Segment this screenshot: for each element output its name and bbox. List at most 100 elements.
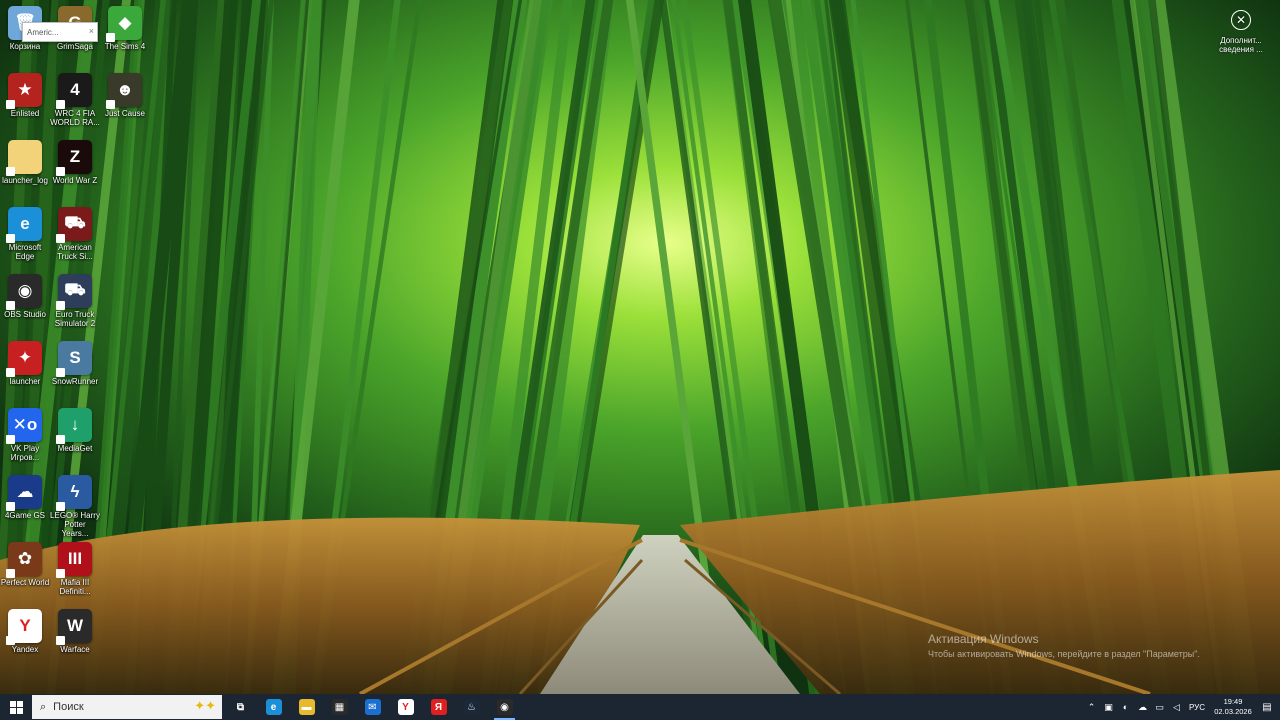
desktop-icon-11[interactable]: ⛟ Euro Truck Simulator 2 [50,270,100,334]
taskbar: ⌕ Поиск ✦✦ ⧉ e ▬ ▦ ✉ Y Я ♨ ◉ ⌃ ▣ ◐ ☁ ▭ ◁ РУС 19:… [0,694,1280,720]
taskbar-microsoft-store[interactable]: ▦ [323,694,356,720]
monitor-icon[interactable]: ▭ [1151,702,1168,713]
app-tray-icon[interactable]: ▣ [1100,702,1117,713]
shortcut-arrow-icon [6,368,15,377]
edge-icon: e [6,207,42,243]
desktop-icon-16[interactable]: ☁ 4Game GS [0,471,50,535]
shortcut-arrow-icon [56,569,65,578]
wrc4-icon: 4 [56,73,92,109]
desktop-icon-label: World War Z [52,176,98,185]
sims-plumbob-icon: ◆ [106,6,142,42]
desktop-icon-7[interactable]: Z World War Z [50,136,100,200]
chevron-up-icon[interactable]: ⌃ [1083,702,1100,713]
desktop-icon-6[interactable]: launcher_log [0,136,50,200]
desktop-icon-18[interactable]: ✿ Perfect World [0,538,50,602]
desktop-icon-label: launcher [9,377,41,386]
cloud-tray-icon[interactable]: ☁ [1134,702,1151,713]
network-tray-icon[interactable]: ◐ [1117,702,1134,712]
language-indicator[interactable]: РУС [1189,703,1205,712]
watermark-subtitle: Чтобы активировать Windows, перейдите в … [928,649,1200,659]
4game-icon: ☁ [6,475,42,511]
taskbar-apps: ⧉ e ▬ ▦ ✉ Y Я ♨ ◉ [224,694,521,720]
desktop-icon-5[interactable]: ☻ Just Cause [100,69,150,133]
desktop-icon-2[interactable]: ◆ The Sims 4 [100,2,150,66]
desktop-icon-label: OBS Studio [4,310,46,319]
clock[interactable]: 19:49 02.03.2026 [1212,697,1254,717]
desktop-icon-label: Perfect World [0,578,50,587]
shortcut-arrow-icon [6,636,15,645]
taskbar-mail[interactable]: ✉ [356,694,389,720]
desktop-icon-15[interactable]: ↓ MediaGet [50,404,100,468]
activation-watermark: Активация Windows Чтобы активировать Win… [928,632,1200,659]
close-icon[interactable]: × [89,26,94,36]
shortcut-arrow-icon [6,167,15,176]
action-center-icon[interactable]: ▤ [1254,702,1280,713]
warface-icon: W [56,609,92,645]
shortcut-arrow-icon [56,435,65,444]
shortcut-arrow-icon [6,502,15,511]
desktop-icon-label: Yandex [11,645,39,654]
mafia-icon: III [56,542,92,578]
desktop-icon-14[interactable]: ✕o VK Play Игров... [0,404,50,468]
taskbar-obs[interactable]: ◉ [488,694,521,720]
enlisted-star-icon: ★ [6,73,42,109]
desktop-icon-label: launcher_log [2,176,48,185]
windows-logo-icon [9,700,23,714]
desktop-icon-12[interactable]: ✦ launcher [0,337,50,401]
thumbnail-tooltip: Americ... × [22,22,98,42]
shortcut-arrow-icon [56,234,65,243]
desktop-icon-9[interactable]: ⛟ American Truck Si... [50,203,100,267]
shortcut-arrow-icon [106,33,115,42]
search-icon: ⌕ [40,700,47,713]
shortcut-arrow-icon [106,100,115,109]
desktop-icon-label: Корзина [9,42,41,51]
desktop-icon-19[interactable]: III Mafia III Definiti... [50,538,100,602]
shortcut-arrow-icon [6,569,15,578]
notification-hint[interactable]: ✕ Дополнит... сведения ... [1218,10,1264,54]
obs-icon: ◉ [6,274,42,310]
taskbar-edge[interactable]: e [257,694,290,720]
edge-icon: e [265,699,282,715]
desktop-icon-label: MediaGet [57,444,93,453]
clock-time: 19:49 [1223,697,1243,706]
desktop-icon-label: LEGO® Harry Potter Years... [50,511,100,538]
desktop-icon-13[interactable]: S SnowRunner [50,337,100,401]
desktop-icon-label: 4Game GS [4,511,45,520]
yandex-browser-icon: Y [397,699,414,715]
system-tray: ⌃ ▣ ◐ ☁ ▭ ◁ РУС 19:49 02.03.2026 ▤ [1083,694,1280,720]
shortcut-arrow-icon [56,368,65,377]
shortcut-arrow-icon [56,167,65,176]
shortcut-arrow-icon [6,234,15,243]
desktop-icon-3[interactable]: ★ Enlisted [0,69,50,133]
shortcut-arrow-icon [56,502,65,511]
volume-icon[interactable]: ◁ [1168,702,1185,713]
desktop-icon-10[interactable]: ◉ OBS Studio [0,270,50,334]
mail-icon: ✉ [364,699,381,715]
shortcut-arrow-icon [6,301,15,310]
start-button[interactable] [0,694,32,720]
taskbar-file-explorer[interactable]: ▬ [290,694,323,720]
tooltip-label: Americ... [27,27,59,37]
taskbar-yandex[interactable]: Я [422,694,455,720]
search-box[interactable]: ⌕ Поиск ✦✦ [32,695,222,719]
desktop-icon-8[interactable]: e Microsoft Edge [0,203,50,267]
desktop-icon-4[interactable]: 4 WRC 4 FIA WORLD RA... [50,69,100,133]
search-placeholder: Поиск [53,701,84,713]
desktop-icon-20[interactable]: Y Yandex [0,605,50,669]
american-truck-icon: ⛟ [56,207,92,243]
just-cause-icon: ☻ [106,73,142,109]
desktop-icon-21[interactable]: W Warface [50,605,100,669]
text-file-icon [6,140,42,176]
desktop-icon-label: The Sims 4 [104,42,146,51]
yandex-icon: Y [6,609,42,645]
taskbar-yandex-browser[interactable]: Y [389,694,422,720]
desktop-icon-label: Microsoft Edge [8,243,42,261]
taskbar-steam[interactable]: ♨ [455,694,488,720]
watermark-title: Активация Windows [928,632,1039,646]
mediaget-icon: ↓ [56,408,92,444]
search-highlight-icon: ✦✦ [194,698,216,713]
taskbar-task-view[interactable]: ⧉ [224,694,257,720]
task-view-icon: ⧉ [236,701,245,713]
desktop-icon-17[interactable]: ϟ LEGO® Harry Potter Years... [50,471,100,538]
shortcut-arrow-icon [6,435,15,444]
